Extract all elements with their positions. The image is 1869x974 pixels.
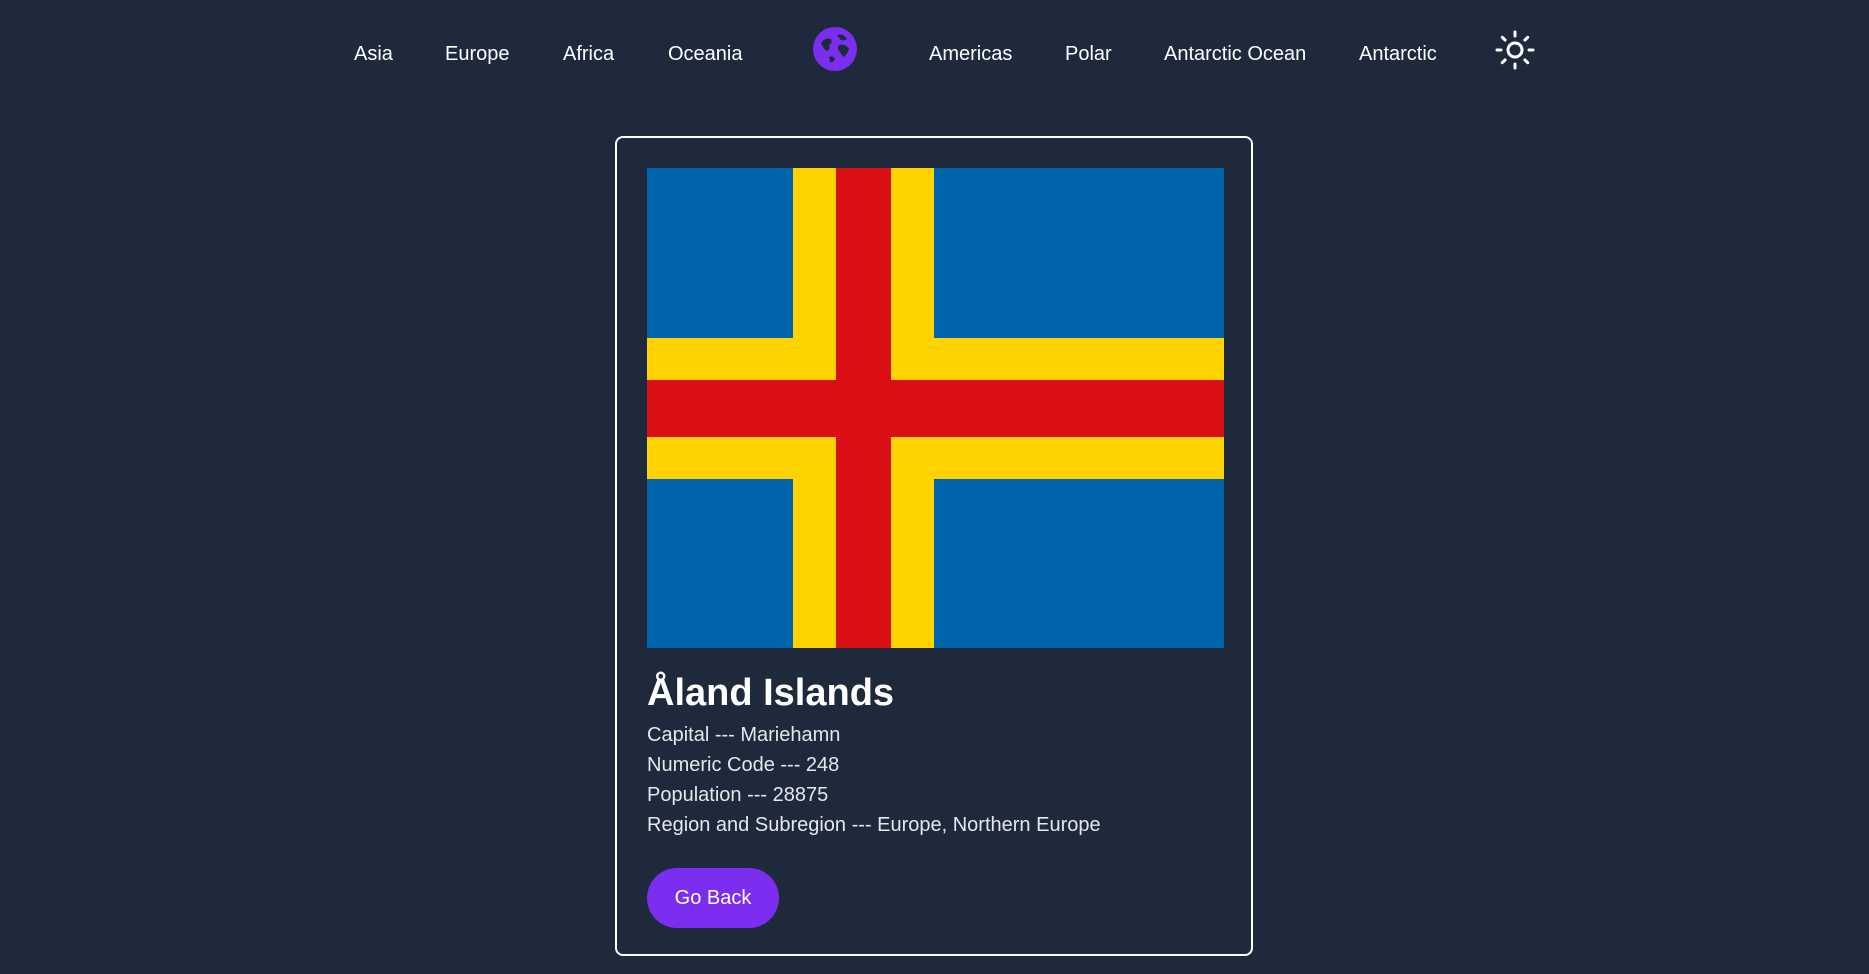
numeric-code-info: Numeric Code --- 248 [647,754,840,776]
nav-link-polar[interactable]: Polar [1065,42,1112,66]
nav-link-europe[interactable]: Europe [445,42,510,66]
capital-info: Capital --- Mariehamn [647,724,841,746]
nav-link-asia[interactable]: Asia [354,42,393,66]
top-navbar: Asia Europe Africa Oceania Americas Pola… [0,0,1869,100]
country-detail-card: Åland Islands Capital --- Mariehamn Nume… [615,136,1253,956]
nav-link-antarctic[interactable]: Antarctic [1359,42,1437,66]
nav-link-oceania[interactable]: Oceania [668,42,743,66]
globe-icon[interactable] [811,25,859,73]
population-info: Population --- 28875 [647,784,829,806]
country-flag [647,168,1224,648]
country-name: Åland Islands [647,672,895,714]
nav-link-africa[interactable]: Africa [563,42,614,66]
region-info: Region and Subregion --- Europe, Norther… [647,814,1101,836]
go-back-button[interactable]: Go Back [647,868,779,928]
nav-link-antarctic-ocean[interactable]: Antarctic Ocean [1164,42,1306,66]
sun-icon[interactable] [1495,30,1535,70]
nav-link-americas[interactable]: Americas [929,42,1012,66]
country-info: Capital --- Mariehamn Numeric Code --- 2… [647,720,1101,840]
